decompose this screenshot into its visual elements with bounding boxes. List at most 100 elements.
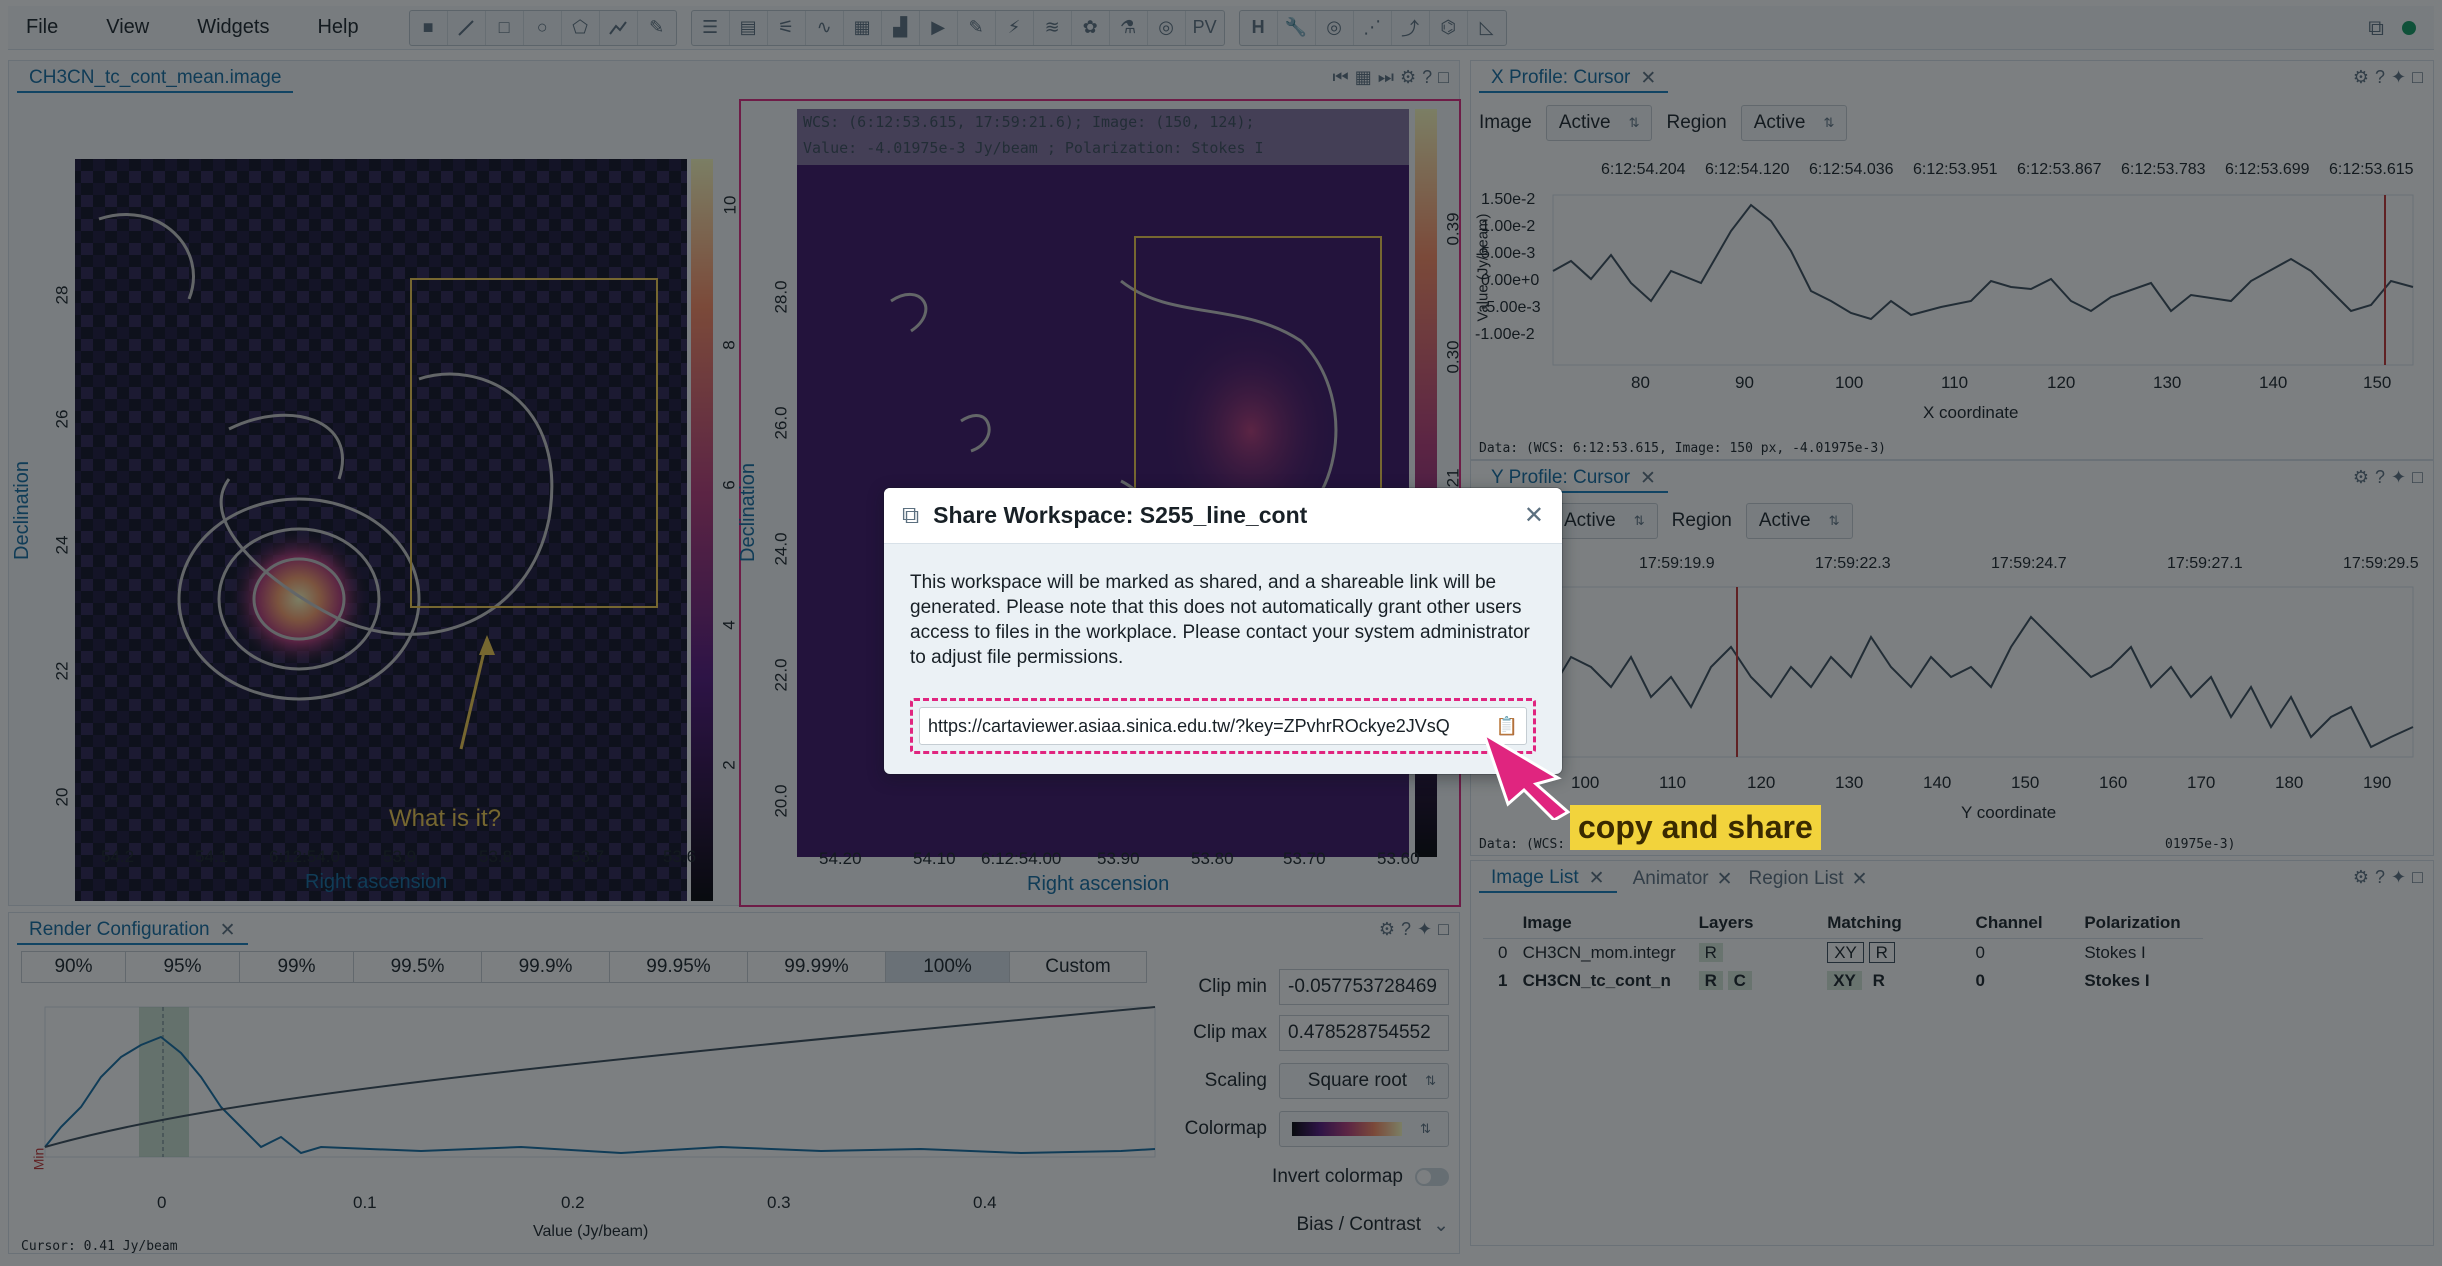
left-image-canvas[interactable]: [9, 99, 731, 907]
layer-raster-tag[interactable]: R: [1698, 943, 1723, 962]
external-link-icon[interactable]: ⧉: [2368, 15, 2384, 41]
percentile-100-button[interactable]: 100%: [886, 952, 1010, 982]
vector-icon[interactable]: ⋰: [1354, 10, 1392, 45]
maximize-icon[interactable]: □: [1438, 67, 1449, 88]
file-header-icon[interactable]: ▤: [730, 10, 768, 45]
help-icon[interactable]: ?: [1422, 67, 1432, 88]
menu-help[interactable]: Help: [317, 16, 358, 39]
pin-icon[interactable]: ✦: [2391, 467, 2406, 488]
point-tool-icon[interactable]: ■: [410, 10, 448, 45]
match-r-tag[interactable]: R: [1868, 942, 1895, 963]
help-icon[interactable]: ?: [2375, 67, 2385, 88]
stokes-icon[interactable]: ⚡: [996, 10, 1034, 45]
percentile-95-button[interactable]: 95%: [126, 952, 240, 982]
moment-icon[interactable]: ◎: [1148, 10, 1186, 45]
tab-render-config[interactable]: Render Configuration ✕: [17, 917, 248, 945]
wrench-icon[interactable]: 🔧: [1278, 10, 1316, 45]
gear-icon[interactable]: ⚙: [1379, 919, 1395, 940]
polygon-tool-icon[interactable]: ⬠: [562, 10, 600, 45]
menu-widgets[interactable]: Widgets: [197, 16, 269, 39]
tab-animator[interactable]: Animator ✕: [1633, 865, 1733, 893]
help-icon[interactable]: ?: [2375, 467, 2385, 488]
layer-raster-tag[interactable]: R: [1698, 971, 1723, 990]
animator-icon[interactable]: ▶: [920, 10, 958, 45]
polyline-tool-icon[interactable]: [600, 10, 638, 45]
clip-max-input[interactable]: 0.478528754552: [1279, 1015, 1449, 1051]
rectangle-tool-icon[interactable]: □: [486, 10, 524, 45]
spatial-profiler-icon[interactable]: ⚟: [768, 10, 806, 45]
percentile-99-5-button[interactable]: 99.5%: [354, 952, 482, 982]
region-select[interactable]: Active ⇅: [1745, 503, 1853, 539]
match-xy-tag[interactable]: XY: [1827, 971, 1862, 990]
statistics-icon[interactable]: ▦: [844, 10, 882, 45]
histogram-min-marker[interactable]: Min: [30, 1148, 46, 1171]
catalog-icon[interactable]: ✿: [1072, 10, 1110, 45]
tab-image-view[interactable]: CH3CN_tc_cont_mean.image: [17, 65, 294, 93]
gear-icon[interactable]: ⚙: [2353, 467, 2369, 488]
ellipse-tool-icon[interactable]: ○: [524, 10, 562, 45]
image-select[interactable]: Active ⇅: [1551, 503, 1658, 539]
close-icon[interactable]: ✕: [1524, 501, 1544, 530]
spectral-profiler-icon[interactable]: ∿: [806, 10, 844, 45]
percentile-99-99-button[interactable]: 99.99%: [748, 952, 886, 982]
tab-region-list[interactable]: Region List ✕: [1749, 865, 1868, 893]
maximize-icon[interactable]: □: [2412, 867, 2423, 888]
close-tab-icon[interactable]: ✕: [1717, 868, 1733, 891]
percentile-custom-button[interactable]: Custom: [1010, 952, 1146, 982]
percentile-90-button[interactable]: 90%: [22, 952, 126, 982]
percentile-99-button[interactable]: 99%: [240, 952, 354, 982]
share-link-input[interactable]: https://cartaviewer.asiaa.sinica.edu.tw/…: [919, 707, 1527, 745]
close-tab-icon[interactable]: ✕: [220, 919, 236, 942]
match-r-tag[interactable]: R: [1867, 971, 1891, 990]
maximize-icon[interactable]: □: [2412, 67, 2423, 88]
colormap-select[interactable]: ⇅: [1279, 1111, 1449, 1147]
close-tab-icon[interactable]: ✕: [1852, 868, 1868, 891]
chevron-down-icon[interactable]: ⌄: [1433, 1214, 1449, 1237]
pin-icon[interactable]: ✦: [2391, 867, 2406, 888]
clip-min-input[interactable]: -0.057753728469: [1279, 969, 1449, 1005]
table-row[interactable]: 0 CH3CN_mom.integr R XY R 0 Stokes I: [1483, 939, 2203, 967]
left-image-view[interactable]: What is it? Declination Right ascension …: [9, 99, 739, 907]
bias-contrast-label[interactable]: Bias / Contrast: [1296, 1214, 1421, 1236]
histogram-icon[interactable]: ▟: [882, 10, 920, 45]
close-tab-icon[interactable]: ✕: [1589, 867, 1605, 890]
cube-icon[interactable]: ⌬: [1430, 10, 1468, 45]
maximize-icon[interactable]: □: [1438, 919, 1449, 940]
grid-layout-icon[interactable]: ▦: [1355, 67, 1372, 88]
previous-icon[interactable]: ⏮: [1333, 67, 1349, 88]
pv-generator-button[interactable]: PV: [1186, 11, 1224, 45]
percentile-99-9-button[interactable]: 99.9%: [482, 952, 610, 982]
layer-contour-tag[interactable]: C: [1727, 971, 1752, 990]
help-icon[interactable]: ?: [2375, 867, 2385, 888]
scaling-select[interactable]: Square root ⇅: [1279, 1063, 1449, 1099]
header-button[interactable]: H: [1240, 10, 1278, 45]
menu-file[interactable]: File: [26, 16, 58, 39]
y-profile-plot[interactable]: [1471, 577, 2435, 837]
render-config-icon[interactable]: ✎: [958, 10, 996, 45]
menu-view[interactable]: View: [106, 16, 149, 39]
annotation-tool-icon[interactable]: ✎: [638, 11, 676, 45]
invert-colormap-toggle[interactable]: [1415, 1168, 1449, 1186]
layers-icon[interactable]: ≋: [1034, 10, 1072, 45]
match-xy-tag[interactable]: XY: [1827, 942, 1864, 963]
maximize-icon[interactable]: □: [2412, 467, 2423, 488]
gear-icon[interactable]: ⚙: [1400, 67, 1416, 88]
fitting-icon[interactable]: ⤴: [1392, 10, 1430, 45]
tab-x-profile[interactable]: X Profile: Cursor ✕: [1479, 65, 1669, 93]
histogram-plot[interactable]: [21, 997, 1161, 1197]
tab-image-list[interactable]: Image List ✕: [1479, 865, 1617, 893]
gear-icon[interactable]: ⚙: [2353, 867, 2369, 888]
percentile-99-95-button[interactable]: 99.95%: [610, 952, 748, 982]
image-select[interactable]: Active ⇅: [1545, 105, 1653, 141]
gear-icon[interactable]: ⚙: [2353, 67, 2369, 88]
table-row[interactable]: 1 CH3CN_tc_cont_n R C XY R 0 Stokes I: [1483, 967, 2203, 995]
pin-icon[interactable]: ✦: [2391, 67, 2406, 88]
close-tab-icon[interactable]: ✕: [1640, 467, 1656, 490]
next-icon[interactable]: ⏭: [1378, 67, 1394, 88]
log-widget-icon[interactable]: ☰: [692, 10, 730, 45]
distance-icon[interactable]: ◺: [1468, 11, 1506, 45]
line-tool-icon[interactable]: [448, 10, 486, 45]
pin-icon[interactable]: ✦: [1417, 919, 1432, 940]
line-query-icon[interactable]: ⚗: [1110, 10, 1148, 45]
region-select[interactable]: Active ⇅: [1740, 105, 1848, 141]
